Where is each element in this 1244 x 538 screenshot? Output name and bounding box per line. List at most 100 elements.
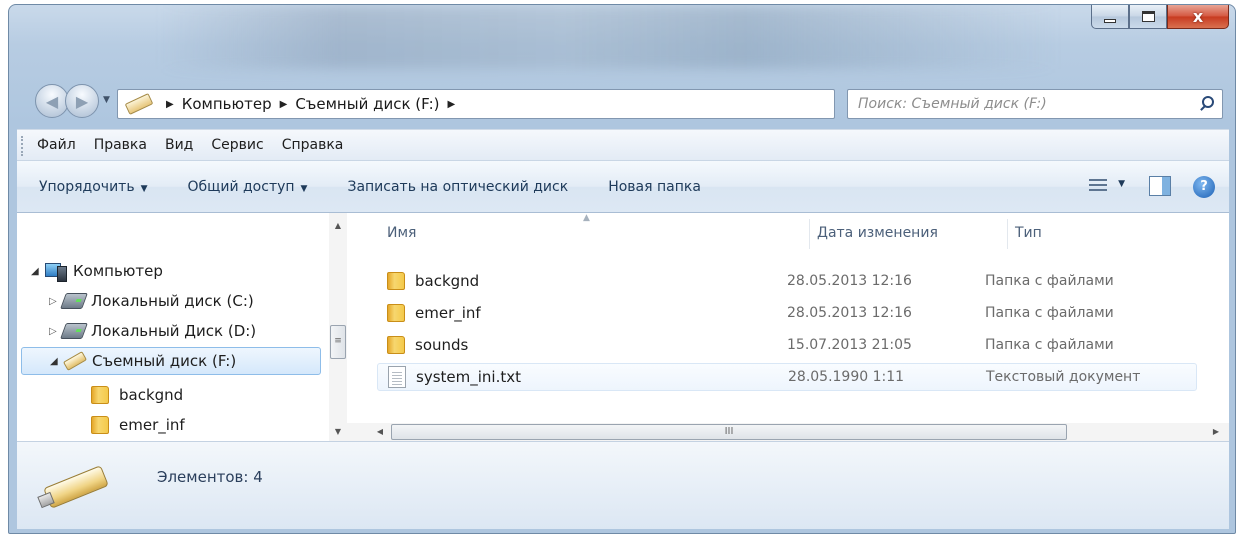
search-box[interactable]: Поиск: Съемный диск (F:) xyxy=(847,89,1223,119)
folder-icon xyxy=(91,386,109,404)
tree-item-emer-inf[interactable]: emer_inf xyxy=(91,411,185,439)
tree-item-computer[interactable]: ◢ Компьютер xyxy=(31,257,163,285)
minimize-button[interactable] xyxy=(1091,5,1129,29)
folder-icon xyxy=(387,272,405,290)
breadcrumb-separator[interactable]: ▶ xyxy=(166,99,174,110)
recent-pages-dropdown[interactable]: ▼ xyxy=(103,95,110,105)
close-button[interactable]: x xyxy=(1167,5,1229,29)
title-bar-background xyxy=(159,5,1059,69)
hard-disk-icon xyxy=(60,323,88,339)
usb-drive-icon xyxy=(37,465,119,509)
usb-drive-icon xyxy=(124,93,154,115)
search-input[interactable]: Поиск: Съемный диск (F:) xyxy=(858,96,1198,112)
chevron-down-icon: ▼ xyxy=(300,183,308,194)
folder-icon xyxy=(387,336,405,354)
tree-item-local-disk-c[interactable]: ▷ Локальный диск (C:) xyxy=(49,287,254,315)
tree-item-label: backgnd xyxy=(119,386,184,404)
column-headers: ▲ Имя Дата изменения Тип xyxy=(347,213,1229,253)
help-icon[interactable]: ? xyxy=(1193,176,1215,198)
menu-grip xyxy=(21,136,24,156)
file-name-cell: backgnd xyxy=(377,272,787,290)
command-bar: Упорядочить ▼ Общий доступ ▼ Записать на о… xyxy=(17,161,1229,213)
back-arrow-icon: ◀ xyxy=(45,91,59,111)
column-header-name[interactable]: Имя xyxy=(387,225,416,241)
column-divider[interactable] xyxy=(1007,219,1008,249)
back-button[interactable]: ◀ xyxy=(35,84,69,118)
folder-icon xyxy=(387,304,405,322)
burn-button[interactable]: Записать на оптический диск xyxy=(347,179,568,195)
file-name: system_ini.txt xyxy=(416,368,521,386)
chevron-down-icon: ▼ xyxy=(140,183,148,194)
preview-pane-icon[interactable] xyxy=(1149,176,1171,196)
table-row[interactable]: backgnd 28.05.2013 12:16 Папка с файлами xyxy=(377,267,1197,295)
explorer-window: x ◀ ▶ ▼ ▶ Компьютер ▶ Съемный диск (F:) … xyxy=(8,4,1236,534)
menu-help[interactable]: Справка xyxy=(280,137,346,153)
breadcrumb-separator[interactable]: ▶ xyxy=(448,99,456,110)
file-name: emer_inf xyxy=(415,304,481,322)
menu-view[interactable]: Вид xyxy=(163,137,195,153)
table-row[interactable]: system_ini.txt 28.05.1990 1:11 Текстовый… xyxy=(377,363,1197,391)
search-icon[interactable] xyxy=(1198,96,1214,112)
file-type: Папка с файлами xyxy=(985,273,1114,289)
file-type: Папка с файлами xyxy=(985,305,1114,321)
scroll-up-icon[interactable]: ▲ xyxy=(329,217,347,235)
expand-arrow-icon[interactable]: ◢ xyxy=(31,266,45,277)
tree-item-local-disk-d[interactable]: ▷ Локальный Диск (D:) xyxy=(49,317,256,345)
table-row[interactable]: emer_inf 28.05.2013 12:16 Папка с файлам… xyxy=(377,299,1197,327)
details-pane: Элементов: 4 xyxy=(17,441,1229,529)
organize-label: Упорядочить xyxy=(39,178,135,195)
tree-item-label: Съемный диск (F:) xyxy=(92,352,237,370)
sort-ascending-icon: ▲ xyxy=(583,213,590,223)
expand-arrow-icon[interactable]: ◢ xyxy=(50,356,64,367)
column-header-type[interactable]: Тип xyxy=(1015,225,1042,241)
scroll-down-icon[interactable]: ▼ xyxy=(329,423,347,441)
file-name-cell: system_ini.txt xyxy=(378,366,788,388)
tree-item-label: Компьютер xyxy=(73,262,163,280)
tree-item-label: Локальный Диск (D:) xyxy=(91,322,257,340)
file-name-cell: sounds xyxy=(377,336,787,354)
menu-tools[interactable]: Сервис xyxy=(209,137,265,153)
column-divider[interactable] xyxy=(809,219,810,249)
folder-icon xyxy=(91,416,109,434)
file-list: ▲ Имя Дата изменения Тип backgnd 28.05.2… xyxy=(347,213,1229,441)
share-button[interactable]: Общий доступ ▼ xyxy=(188,179,308,195)
address-bar[interactable]: ▶ Компьютер ▶ Съемный диск (F:) ▶ ▼ ↻ xyxy=(117,89,937,119)
scroll-right-icon[interactable]: ▶ xyxy=(1207,423,1225,441)
navigation-pane: ◢ Компьютер ▷ Локальный диск (C:) ▷ Лока… xyxy=(17,213,347,441)
organize-button[interactable]: Упорядочить ▼ xyxy=(39,179,148,195)
breadcrumb-separator[interactable]: ▶ xyxy=(280,99,288,110)
file-date: 28.05.1990 1:11 xyxy=(788,369,905,385)
vertical-scrollbar[interactable]: ▲ ≡ ▼ xyxy=(329,213,347,441)
maximize-button[interactable] xyxy=(1129,5,1167,29)
file-date: 15.07.2013 21:05 xyxy=(787,337,912,353)
file-date: 28.05.2013 12:16 xyxy=(787,273,912,289)
forward-arrow-icon: ▶ xyxy=(75,91,89,111)
caption-buttons: x xyxy=(1091,5,1229,31)
share-label: Общий доступ xyxy=(187,178,295,195)
usb-drive-icon xyxy=(62,351,88,371)
breadcrumb-removable-disk[interactable]: Съемный диск (F:) xyxy=(295,95,439,113)
scroll-thumb[interactable]: ≡ xyxy=(330,325,346,359)
minimize-icon xyxy=(1104,18,1116,23)
tree-item-label: Локальный диск (C:) xyxy=(91,292,254,310)
table-row[interactable]: sounds 15.07.2013 21:05 Папка с файлами xyxy=(377,331,1197,359)
new-folder-button[interactable]: Новая папка xyxy=(608,179,701,195)
forward-button[interactable]: ▶ xyxy=(65,84,99,118)
menu-file[interactable]: Файл xyxy=(35,137,78,153)
tree-item-removable-disk-f[interactable]: ◢ Съемный диск (F:) xyxy=(21,347,321,375)
views-dropdown[interactable]: ▼ xyxy=(1118,179,1125,189)
items-count: Элементов: 4 xyxy=(157,468,263,486)
scroll-left-icon[interactable]: ◀ xyxy=(371,423,389,441)
horizontal-scrollbar[interactable]: ◀ III ▶ xyxy=(347,423,1229,441)
scroll-thumb[interactable]: III xyxy=(391,424,1067,440)
file-name-cell: emer_inf xyxy=(377,304,787,322)
file-type: Текстовый документ xyxy=(986,369,1141,385)
breadcrumb-computer[interactable]: Компьютер xyxy=(182,95,272,113)
tree-item-label: emer_inf xyxy=(119,416,185,434)
column-header-date[interactable]: Дата изменения xyxy=(817,225,938,241)
menu-edit[interactable]: Правка xyxy=(92,137,149,153)
views-icon[interactable] xyxy=(1089,179,1107,193)
tree-item-backgnd[interactable]: backgnd xyxy=(91,381,183,409)
navigation-row: ◀ ▶ ▼ ▶ Компьютер ▶ Съемный диск (F:) ▶ … xyxy=(9,81,1235,123)
file-type: Папка с файлами xyxy=(985,337,1114,353)
